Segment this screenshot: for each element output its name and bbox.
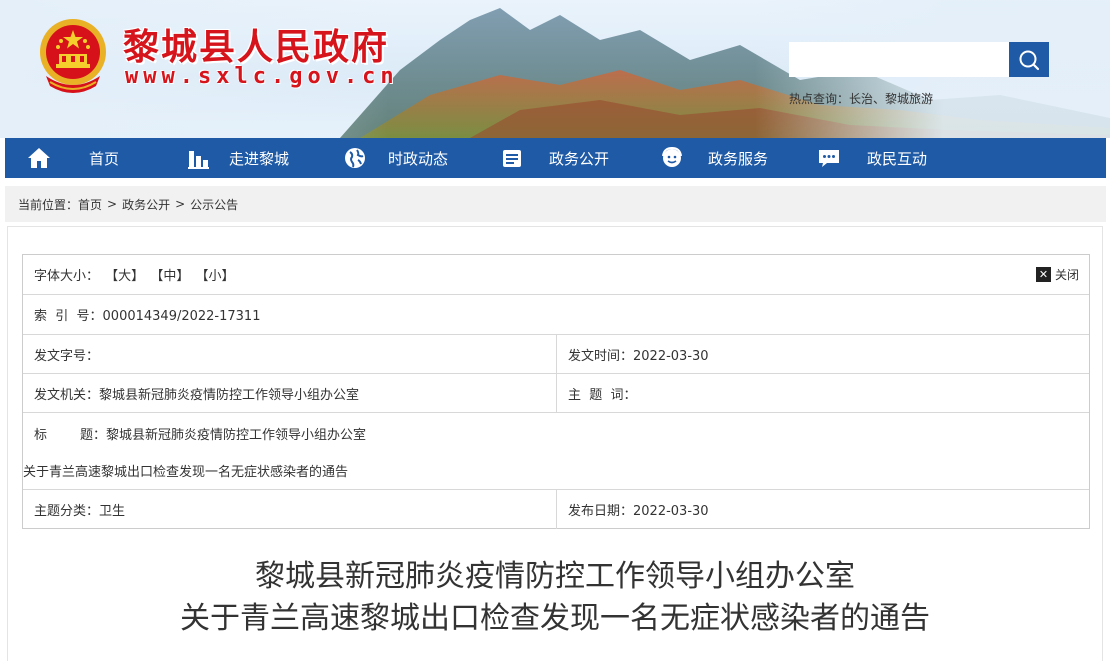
breadcrumb-gov-affairs[interactable]: 政务公开 bbox=[122, 196, 170, 213]
font-size-controls: 字体大小： 【大】 【中】 【小】 bbox=[34, 265, 234, 284]
hot-search-text[interactable]: 热点查询：长治、黎城旅游 bbox=[789, 90, 933, 107]
index-number: 索 引 号：000014349/2022-17311 bbox=[34, 309, 261, 324]
font-size-large[interactable]: 【大】 bbox=[105, 269, 144, 284]
font-size-small[interactable]: 【小】 bbox=[195, 269, 234, 284]
nav-label: 政务公开 bbox=[549, 149, 610, 168]
document-title-line-1: 黎城县新冠肺炎疫情防控工作领导小组办公室 bbox=[255, 559, 855, 594]
search-input[interactable] bbox=[789, 42, 1009, 77]
globe-icon bbox=[345, 148, 365, 168]
home-icon bbox=[28, 148, 50, 168]
index-row: 索 引 号：000014349/2022-17311 bbox=[23, 295, 1089, 335]
category: 主题分类：卫生 bbox=[34, 504, 126, 519]
nav-label: 首页 bbox=[89, 149, 120, 168]
document-icon bbox=[503, 150, 521, 167]
search-button[interactable] bbox=[1009, 42, 1049, 77]
document-title: 黎城县新冠肺炎疫情防控工作领导小组办公室 关于青兰高速黎城出口检查发现一名无症状… bbox=[0, 556, 1110, 640]
font-size-medium[interactable]: 【中】 bbox=[150, 269, 189, 284]
doc-number-row: 发文字号： 发文时间：2022-03-30 bbox=[23, 335, 1089, 374]
search-icon bbox=[1019, 50, 1040, 70]
breadcrumb-prefix: 当前位置： bbox=[18, 197, 79, 212]
nav-label: 政民互动 bbox=[867, 149, 928, 168]
title-row: 标 题：黎城县新冠肺炎疫情防控工作领导小组办公室 关于青兰高速黎城出口检查发现一… bbox=[23, 413, 1089, 490]
title-line-2: 关于青兰高速黎城出口检查发现一名无症状感染者的通告 bbox=[23, 465, 349, 480]
title-line-1: 标 题：黎城县新冠肺炎疫情防控工作领导小组办公室 bbox=[34, 428, 367, 443]
breadcrumb: 当前位置： 首页 > 政务公开 > 公示公告 bbox=[5, 186, 1106, 222]
publish-date: 发布日期：2022-03-30 bbox=[556, 490, 1089, 529]
nav-label: 政务服务 bbox=[708, 149, 769, 168]
nav-item-gov-service[interactable]: 政务服务 bbox=[660, 138, 768, 178]
font-size-label: 字体大小： bbox=[34, 269, 100, 284]
breadcrumb-separator: > bbox=[107, 197, 118, 211]
nav-label: 走进黎城 bbox=[229, 149, 290, 168]
nav-item-gov-affairs[interactable]: 政务公开 bbox=[501, 138, 609, 178]
category-row: 主题分类：卫生 发布日期：2022-03-30 bbox=[23, 490, 1089, 529]
site-title: 黎城县人民政府 bbox=[123, 26, 390, 68]
site-header: 黎城县人民政府 www.sxlc.gov.cn 热点查询：长治、黎城旅游 bbox=[0, 0, 1110, 138]
chat-icon bbox=[819, 150, 839, 167]
national-emblem-icon bbox=[40, 19, 106, 93]
close-icon: ✕ bbox=[1035, 267, 1051, 282]
font-size-row: 字体大小： 【大】 【中】 【小】 ✕ 关闭 bbox=[23, 255, 1089, 295]
service-icon bbox=[662, 147, 682, 167]
nav-item-news[interactable]: 时政动态 bbox=[344, 138, 448, 178]
doc-time: 发文时间：2022-03-30 bbox=[556, 335, 1089, 373]
document-info-table: 字体大小： 【大】 【中】 【小】 ✕ 关闭 索 引 号：000014349/2… bbox=[22, 254, 1090, 529]
main-nav: 首页 走进黎城 时政动态 政务公开 政务服务 政民互动 bbox=[5, 138, 1106, 178]
breadcrumb-announcements[interactable]: 公示公告 bbox=[190, 196, 238, 213]
issuer-row: 发文机关：黎城县新冠肺炎疫情防控工作领导小组办公室 主 题 词： bbox=[23, 374, 1089, 413]
breadcrumb-home[interactable]: 首页 bbox=[78, 196, 102, 213]
close-label: 关闭 bbox=[1054, 268, 1079, 282]
keywords: 主 题 词： bbox=[556, 374, 1089, 412]
nav-item-interaction[interactable]: 政民互动 bbox=[817, 138, 927, 178]
nav-label: 时政动态 bbox=[388, 149, 449, 168]
nav-item-about[interactable]: 走进黎城 bbox=[187, 138, 289, 178]
breadcrumb-separator: > bbox=[175, 197, 186, 211]
document-title-line-2: 关于青兰高速黎城出口检查发现一名无症状感染者的通告 bbox=[180, 601, 930, 636]
issuer: 发文机关：黎城县新冠肺炎疫情防控工作领导小组办公室 bbox=[34, 387, 360, 403]
doc-number: 发文字号： bbox=[34, 348, 100, 364]
site-url: www.sxlc.gov.cn bbox=[125, 64, 399, 89]
nav-item-home[interactable]: 首页 bbox=[27, 138, 119, 178]
city-icon bbox=[188, 151, 209, 169]
close-button[interactable]: ✕ 关闭 bbox=[1035, 266, 1079, 283]
